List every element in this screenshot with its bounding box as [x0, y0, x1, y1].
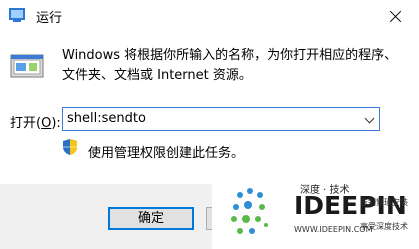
watermark-tagline-1: 告别繁琐安装 [360, 198, 408, 207]
open-label-accesskey: O [41, 116, 52, 131]
run-app-icon [9, 8, 25, 22]
open-combobox[interactable] [62, 107, 380, 131]
open-label-suffix: ): [51, 116, 61, 131]
chevron-down-icon[interactable] [364, 113, 375, 124]
open-label: 打开(O): [10, 112, 61, 131]
window-title: 运行 [36, 11, 63, 26]
ok-button[interactable]: 确定 [108, 207, 194, 230]
description-line-1: Windows 将根据你所输入的名称，为你打开相应的程序、 [62, 48, 398, 63]
description: Windows 将根据你所输入的名称，为你打开相应的程序、 文件夹、文档或 In… [62, 46, 402, 86]
run-dialog-icon [10, 54, 44, 78]
command-input[interactable] [67, 108, 347, 130]
title-bar: 运行 [0, 0, 419, 31]
watermark: 深度 · 技术 IDEEPIN WWW.IDEEPIN.COM 告别繁琐安装 享… [212, 175, 419, 249]
watermark-tagline-2: 享受深度技术 [360, 222, 408, 231]
ideepin-logo-icon [231, 188, 268, 234]
close-button[interactable] [373, 0, 419, 31]
uac-shield-icon [63, 139, 77, 155]
description-line-2: 文件夹、文档或 Internet 资源。 [62, 68, 252, 83]
open-label-prefix: 打开( [10, 116, 42, 131]
admin-note: 使用管理权限创建此任务。 [88, 146, 245, 161]
